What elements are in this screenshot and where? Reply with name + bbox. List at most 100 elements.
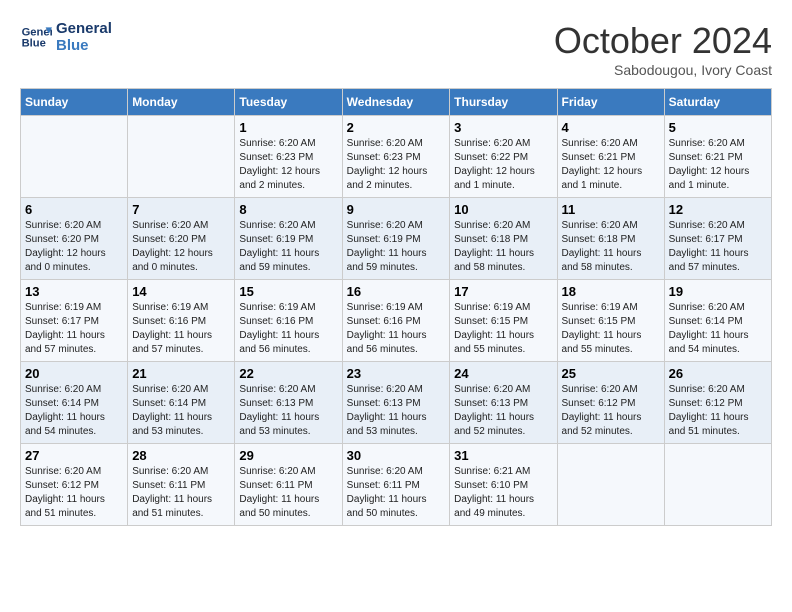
day-cell: 30 Sunrise: 6:20 AM Sunset: 6:11 PM Dayli…: [342, 444, 450, 526]
logo: General Blue General Blue: [20, 20, 112, 54]
day-cell: 9 Sunrise: 6:20 AM Sunset: 6:19 PM Daylig…: [342, 198, 450, 280]
day-cell: 3Sunrise: 6:20 AM Sunset: 6:22 PM Daylig…: [450, 116, 557, 198]
day-info: Sunrise: 6:20 AM Sunset: 6:12 PM Dayligh…: [562, 383, 660, 439]
day-number: 18: [562, 284, 660, 299]
day-number: 25: [562, 366, 660, 381]
location-subtitle: Sabodougou, Ivory Coast: [554, 62, 772, 78]
day-info: Sunrise: 6:20 AM Sunset: 6:12 PM Dayligh…: [669, 383, 767, 439]
day-cell: 13 Sunrise: 6:19 AM Sunset: 6:17 PM Dayli…: [21, 280, 128, 362]
day-cell: 23 Sunrise: 6:20 AM Sunset: 6:13 PM Dayli…: [342, 362, 450, 444]
day-info: Sunrise: 6:20 AM Sunset: 6:18 PM Dayligh…: [454, 219, 552, 275]
day-info: Sunrise: 6:20 AM Sunset: 6:23 PM Dayligh…: [347, 137, 446, 193]
day-cell: 21Sunrise: 6:20 AM Sunset: 6:14 PM Dayli…: [128, 362, 235, 444]
day-cell: [128, 116, 235, 198]
day-number: 7: [132, 202, 230, 217]
day-number: 6: [25, 202, 123, 217]
title-block: October 2024 Sabodougou, Ivory Coast: [554, 20, 772, 78]
logo-icon: General Blue: [20, 21, 52, 53]
week-row-4: 20 Sunrise: 6:20 AM Sunset: 6:14 PM Dayli…: [21, 362, 772, 444]
day-cell: 12 Sunrise: 6:20 AM Sunset: 6:17 PM Dayli…: [664, 198, 771, 280]
day-cell: 11 Sunrise: 6:20 AM Sunset: 6:18 PM Dayli…: [557, 198, 664, 280]
day-info: Sunrise: 6:20 AM Sunset: 6:20 PM Dayligh…: [25, 219, 123, 275]
day-cell: 7 Sunrise: 6:20 AM Sunset: 6:20 PM Daylig…: [128, 198, 235, 280]
day-info: Sunrise: 6:20 AM Sunset: 6:14 PM Dayligh…: [669, 301, 767, 357]
week-row-2: 6 Sunrise: 6:20 AM Sunset: 6:20 PM Daylig…: [21, 198, 772, 280]
day-info: Sunrise: 6:20 AM Sunset: 6:11 PM Dayligh…: [347, 465, 446, 521]
day-cell: 28 Sunrise: 6:20 AM Sunset: 6:11 PM Dayli…: [128, 444, 235, 526]
day-cell: 22 Sunrise: 6:20 AM Sunset: 6:13 PM Dayli…: [235, 362, 342, 444]
header-wednesday: Wednesday: [342, 89, 450, 116]
day-number: 15: [239, 284, 337, 299]
day-info: Sunrise: 6:20 AM Sunset: 6:22 PM Dayligh…: [454, 137, 552, 193]
day-info: Sunrise: 6:20 AM Sunset: 6:13 PM Dayligh…: [454, 383, 552, 439]
day-cell: 18 Sunrise: 6:19 AM Sunset: 6:15 PM Dayli…: [557, 280, 664, 362]
day-number: 12: [669, 202, 767, 217]
day-info: Sunrise: 6:20 AM Sunset: 6:14 PM Dayligh…: [25, 383, 123, 439]
day-cell: 10Sunrise: 6:20 AM Sunset: 6:18 PM Dayli…: [450, 198, 557, 280]
calendar-header-row: SundayMondayTuesdayWednesdayThursdayFrid…: [21, 89, 772, 116]
day-number: 14: [132, 284, 230, 299]
header-friday: Friday: [557, 89, 664, 116]
week-row-3: 13 Sunrise: 6:19 AM Sunset: 6:17 PM Dayli…: [21, 280, 772, 362]
day-number: 29: [239, 448, 337, 463]
header-sunday: Sunday: [21, 89, 128, 116]
day-number: 13: [25, 284, 123, 299]
day-cell: 17Sunrise: 6:19 AM Sunset: 6:15 PM Dayli…: [450, 280, 557, 362]
day-number: 28: [132, 448, 230, 463]
day-cell: 15 Sunrise: 6:19 AM Sunset: 6:16 PM Dayli…: [235, 280, 342, 362]
week-row-1: 1Sunrise: 6:20 AM Sunset: 6:23 PM Daylig…: [21, 116, 772, 198]
logo-line2: Blue: [56, 37, 112, 54]
day-info: Sunrise: 6:20 AM Sunset: 6:13 PM Dayligh…: [347, 383, 446, 439]
day-cell: 6 Sunrise: 6:20 AM Sunset: 6:20 PM Daylig…: [21, 198, 128, 280]
day-cell: 20 Sunrise: 6:20 AM Sunset: 6:14 PM Dayli…: [21, 362, 128, 444]
day-number: 5: [669, 120, 767, 135]
header-tuesday: Tuesday: [235, 89, 342, 116]
day-number: 31: [454, 448, 552, 463]
day-info: Sunrise: 6:20 AM Sunset: 6:19 PM Dayligh…: [347, 219, 446, 275]
day-cell: 1Sunrise: 6:20 AM Sunset: 6:23 PM Daylig…: [235, 116, 342, 198]
day-number: 11: [562, 202, 660, 217]
day-cell: 4 Sunrise: 6:20 AM Sunset: 6:21 PM Daylig…: [557, 116, 664, 198]
day-number: 4: [562, 120, 660, 135]
day-number: 21: [132, 366, 230, 381]
day-cell: 29Sunrise: 6:20 AM Sunset: 6:11 PM Dayli…: [235, 444, 342, 526]
week-row-5: 27Sunrise: 6:20 AM Sunset: 6:12 PM Dayli…: [21, 444, 772, 526]
day-cell: 19Sunrise: 6:20 AM Sunset: 6:14 PM Dayli…: [664, 280, 771, 362]
day-cell: 14Sunrise: 6:19 AM Sunset: 6:16 PM Dayli…: [128, 280, 235, 362]
day-info: Sunrise: 6:20 AM Sunset: 6:17 PM Dayligh…: [669, 219, 767, 275]
day-cell: 2Sunrise: 6:20 AM Sunset: 6:23 PM Daylig…: [342, 116, 450, 198]
header-saturday: Saturday: [664, 89, 771, 116]
day-number: 8: [239, 202, 337, 217]
day-cell: 24 Sunrise: 6:20 AM Sunset: 6:13 PM Dayli…: [450, 362, 557, 444]
day-info: Sunrise: 6:19 AM Sunset: 6:15 PM Dayligh…: [562, 301, 660, 357]
day-cell: 8Sunrise: 6:20 AM Sunset: 6:19 PM Daylig…: [235, 198, 342, 280]
day-info: Sunrise: 6:20 AM Sunset: 6:20 PM Dayligh…: [132, 219, 230, 275]
page-header: General Blue General Blue October 2024 S…: [20, 20, 772, 78]
day-info: Sunrise: 6:20 AM Sunset: 6:11 PM Dayligh…: [132, 465, 230, 521]
day-number: 26: [669, 366, 767, 381]
day-info: Sunrise: 6:20 AM Sunset: 6:13 PM Dayligh…: [239, 383, 337, 439]
day-cell: [21, 116, 128, 198]
day-cell: 27Sunrise: 6:20 AM Sunset: 6:12 PM Dayli…: [21, 444, 128, 526]
day-number: 9: [347, 202, 446, 217]
day-number: 22: [239, 366, 337, 381]
day-info: Sunrise: 6:20 AM Sunset: 6:21 PM Dayligh…: [562, 137, 660, 193]
day-info: Sunrise: 6:19 AM Sunset: 6:16 PM Dayligh…: [239, 301, 337, 357]
day-info: Sunrise: 6:19 AM Sunset: 6:15 PM Dayligh…: [454, 301, 552, 357]
day-number: 20: [25, 366, 123, 381]
day-number: 16: [347, 284, 446, 299]
day-info: Sunrise: 6:20 AM Sunset: 6:12 PM Dayligh…: [25, 465, 123, 521]
month-title: October 2024: [554, 20, 772, 62]
day-number: 24: [454, 366, 552, 381]
day-number: 23: [347, 366, 446, 381]
day-cell: 26 Sunrise: 6:20 AM Sunset: 6:12 PM Dayli…: [664, 362, 771, 444]
day-info: Sunrise: 6:20 AM Sunset: 6:21 PM Dayligh…: [669, 137, 767, 193]
day-info: Sunrise: 6:21 AM Sunset: 6:10 PM Dayligh…: [454, 465, 552, 521]
day-cell: 5 Sunrise: 6:20 AM Sunset: 6:21 PM Daylig…: [664, 116, 771, 198]
day-number: 30: [347, 448, 446, 463]
day-cell: 25 Sunrise: 6:20 AM Sunset: 6:12 PM Dayli…: [557, 362, 664, 444]
day-info: Sunrise: 6:19 AM Sunset: 6:17 PM Dayligh…: [25, 301, 123, 357]
day-info: Sunrise: 6:20 AM Sunset: 6:18 PM Dayligh…: [562, 219, 660, 275]
calendar-table: SundayMondayTuesdayWednesdayThursdayFrid…: [20, 88, 772, 526]
day-cell: [557, 444, 664, 526]
